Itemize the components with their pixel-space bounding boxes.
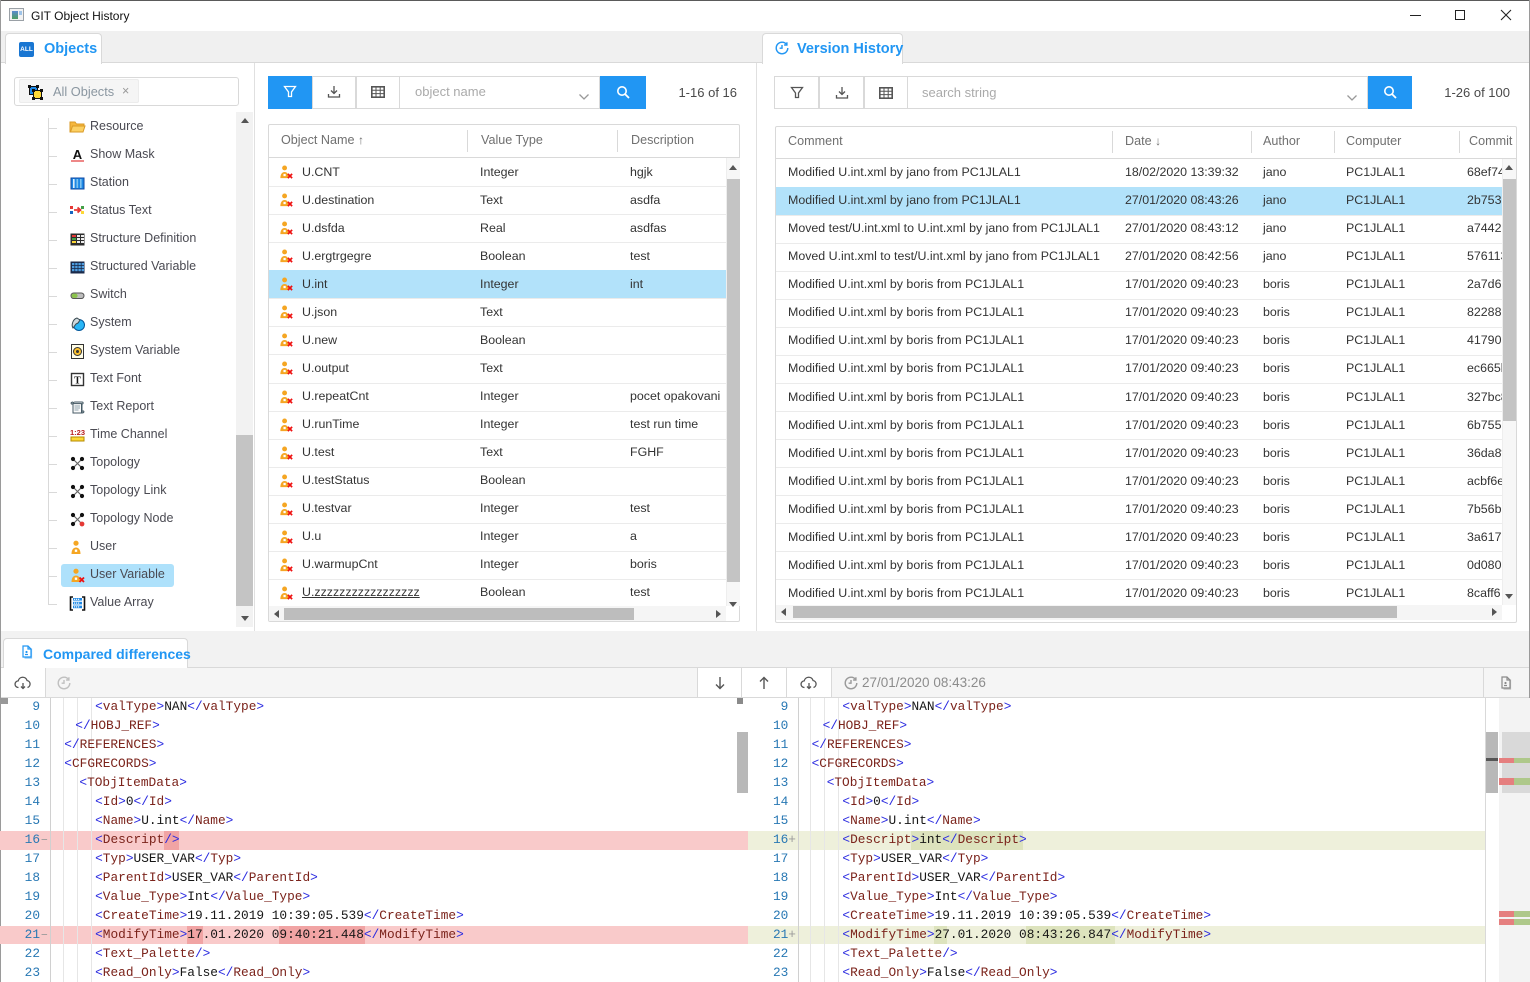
- svg-text:T: T: [74, 376, 81, 387]
- svg-text:1:23: 1:23: [70, 428, 85, 437]
- svg-text:A: A: [73, 147, 83, 162]
